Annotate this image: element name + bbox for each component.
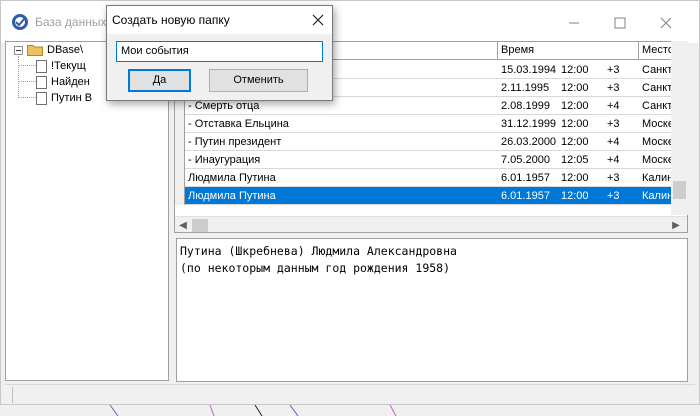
collapse-icon[interactable]: [14, 45, 23, 55]
cell-name: Людмила Путина: [188, 172, 276, 184]
data-file-icon: [36, 91, 47, 105]
minimize-icon: [569, 22, 579, 24]
cell-timezone: +3: [607, 172, 620, 184]
cell-date: 26.03.2000: [501, 136, 557, 148]
cell-name: - Отставка Ельцина: [188, 118, 289, 130]
row-indicator[interactable]: [175, 133, 185, 151]
tree-item[interactable]: Путин В: [36, 90, 92, 106]
tree-item[interactable]: Найден: [36, 74, 90, 90]
vertical-scrollbar[interactable]: [671, 41, 688, 215]
cell-time: 12:05: [561, 154, 589, 166]
cell-name: - Путин президент: [188, 136, 282, 148]
table-row[interactable]: Людмила Путина 6.01.1957 12:00 +3 Калин: [175, 169, 687, 187]
row-indicator[interactable]: [175, 187, 185, 205]
cell-date: 6.01.1957: [501, 172, 550, 184]
scroll-left-icon[interactable]: ◀: [176, 219, 190, 232]
cell-time: 12:00: [561, 172, 589, 184]
folder-icon: [27, 45, 43, 56]
tree-item-label: !Текущ: [51, 60, 86, 72]
tree-item-label: Найден: [51, 76, 90, 88]
scroll-right-icon[interactable]: ▶: [669, 219, 683, 232]
table-row[interactable]: - Инаугурация 7.05.2000 12:05 +4 Моске: [175, 151, 687, 169]
tree-item-label: DBase\: [47, 44, 84, 56]
main-window: База данных DBase\ !Текущ Найден Путин В…: [0, 0, 700, 405]
tree-connector: [18, 81, 36, 82]
row-indicator[interactable]: [175, 151, 185, 169]
document-icon: [36, 59, 47, 73]
dialog-titlebar[interactable]: Создать новую папку: [107, 6, 332, 34]
cell-time: 12:00: [561, 100, 589, 112]
document-icon: [36, 75, 47, 89]
close-icon[interactable]: [310, 12, 326, 28]
column-header-time[interactable]: Время: [498, 42, 639, 60]
maximize-button[interactable]: [597, 9, 643, 37]
tree-connector: [18, 56, 19, 98]
new-folder-dialog: Создать новую папку Мои события Да Отмен…: [106, 5, 333, 101]
folder-name-input[interactable]: Мои события: [116, 41, 323, 62]
cell-date: 2.08.1999: [501, 100, 550, 112]
cell-timezone: +3: [607, 82, 620, 94]
cell-time: 12:00: [561, 118, 589, 130]
table-row[interactable]: - Путин президент 26.03.2000 12:00 +4 Моске: [175, 133, 687, 151]
cell-timezone: +4: [607, 136, 620, 148]
status-divider: [5, 387, 13, 403]
cell-name: Людмила Путина: [188, 190, 276, 202]
tree-connector: [18, 97, 36, 98]
ok-button[interactable]: Да: [128, 69, 191, 92]
cancel-button[interactable]: Отменить: [209, 69, 308, 92]
cell-date: 7.05.2000: [501, 154, 550, 166]
scroll-thumb[interactable]: [673, 181, 686, 199]
table-row[interactable]: Людмила Путина 6.01.1957 12:00 +3 Калин: [175, 187, 687, 205]
row-indicator[interactable]: [175, 115, 185, 133]
cell-date: 6.01.1957: [501, 190, 550, 202]
minimize-button[interactable]: [551, 9, 597, 37]
cell-date: 2.11.1995: [501, 82, 550, 94]
cell-time: 12:00: [561, 190, 589, 202]
status-bar: [5, 384, 695, 404]
close-icon: [660, 17, 672, 29]
tree-connector: [18, 65, 36, 66]
scroll-thumb[interactable]: [192, 219, 208, 232]
cell-date: 15.03.1994: [501, 64, 557, 76]
tree-item-root[interactable]: DBase\: [14, 42, 83, 58]
cell-timezone: +4: [607, 100, 620, 112]
row-indicator[interactable]: [175, 169, 185, 187]
dialog-title: Создать новую папку: [112, 13, 230, 27]
cell-date: 31.12.1999: [501, 118, 557, 130]
maximize-icon: [614, 17, 626, 29]
app-icon: [12, 14, 28, 30]
cell-name: - Инаугурация: [188, 154, 261, 166]
memo-line: Путина (Шкребнева) Людмила Александровна: [180, 244, 457, 258]
tree-item-label: Путин В: [51, 92, 93, 104]
cell-timezone: +3: [607, 64, 620, 76]
cell-timezone: +3: [607, 190, 620, 202]
cell-time: 12:00: [561, 136, 589, 148]
notes-memo[interactable]: Путина (Шкребнева) Людмила Александровна…: [176, 238, 688, 382]
memo-line: (по некоторым данным год рождения 1958): [180, 261, 451, 275]
cell-time: 12:00: [561, 82, 589, 94]
close-button[interactable]: [643, 9, 689, 37]
cell-timezone: +3: [607, 118, 620, 130]
horizontal-scrollbar[interactable]: ◀ ▶: [175, 216, 687, 232]
cell-timezone: +4: [607, 154, 620, 166]
table-row[interactable]: - Отставка Ельцина 31.12.1999 12:00 +3 Моске: [175, 115, 687, 133]
window-title: База данных: [35, 15, 107, 29]
tree-item[interactable]: !Текущ: [36, 58, 86, 74]
cell-time: 12:00: [561, 64, 589, 76]
